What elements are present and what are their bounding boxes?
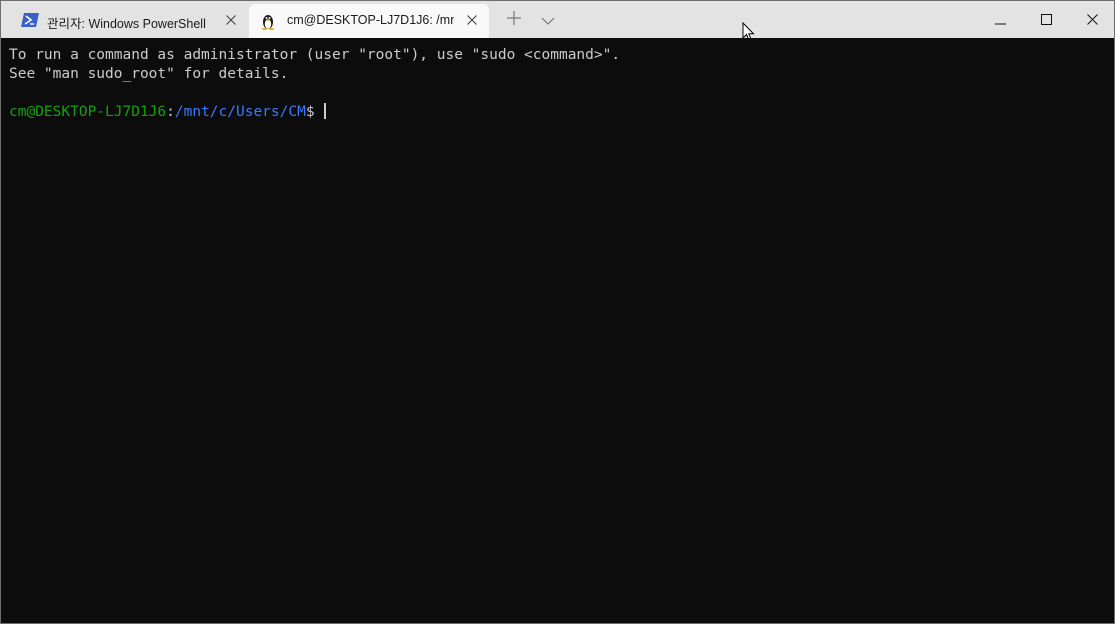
new-tab-button[interactable] [499, 1, 529, 38]
maximize-icon [1040, 10, 1052, 29]
powershell-icon [21, 13, 39, 27]
window-close-button[interactable] [1069, 1, 1115, 38]
titlebar[interactable]: 관리자: Windows PowerShell cm@DESKTOP-LJ7D1… [1, 1, 1115, 42]
prompt-separator: : [166, 104, 175, 120]
prompt-path: /mnt/c/Users/CM [174, 104, 306, 120]
tab-ubuntu[interactable]: cm@DESKTOP-LJ7D1J6: /mnt/c [249, 4, 489, 38]
maximize-button[interactable] [1023, 1, 1069, 38]
tab-dropdown-button[interactable] [533, 1, 563, 38]
terminal-line: To run a command as administrator (user … [9, 47, 621, 63]
minimize-icon [994, 10, 1006, 29]
chevron-down-icon [541, 10, 555, 29]
tab-label: cm@DESKTOP-LJ7D1J6: /mnt/c [287, 13, 454, 27]
terminal-line: See "man sudo_root" for details. [9, 66, 289, 82]
plus-icon [507, 10, 521, 29]
tab-label: 관리자: Windows PowerShell [47, 17, 206, 31]
close-icon [1086, 10, 1098, 29]
prompt-symbol: $ [305, 104, 324, 120]
linux-penguin-icon [260, 12, 276, 30]
terminal-output[interactable]: To run a command as administrator (user … [1, 38, 1114, 623]
minimize-button[interactable] [977, 1, 1023, 38]
prompt-user-host: cm@DESKTOP-LJ7D1J6 [9, 104, 167, 120]
close-icon[interactable] [221, 10, 241, 30]
tab-powershell[interactable]: 관리자: Windows PowerShell [11, 1, 247, 38]
prompt-line[interactable]: cm@DESKTOP-LJ7D1J6:/mnt/c/Users/CM$ [9, 103, 1114, 122]
terminal-window: 관리자: Windows PowerShell cm@DESKTOP-LJ7D1… [0, 0, 1115, 624]
text-cursor [324, 103, 327, 119]
close-icon[interactable] [462, 10, 482, 30]
